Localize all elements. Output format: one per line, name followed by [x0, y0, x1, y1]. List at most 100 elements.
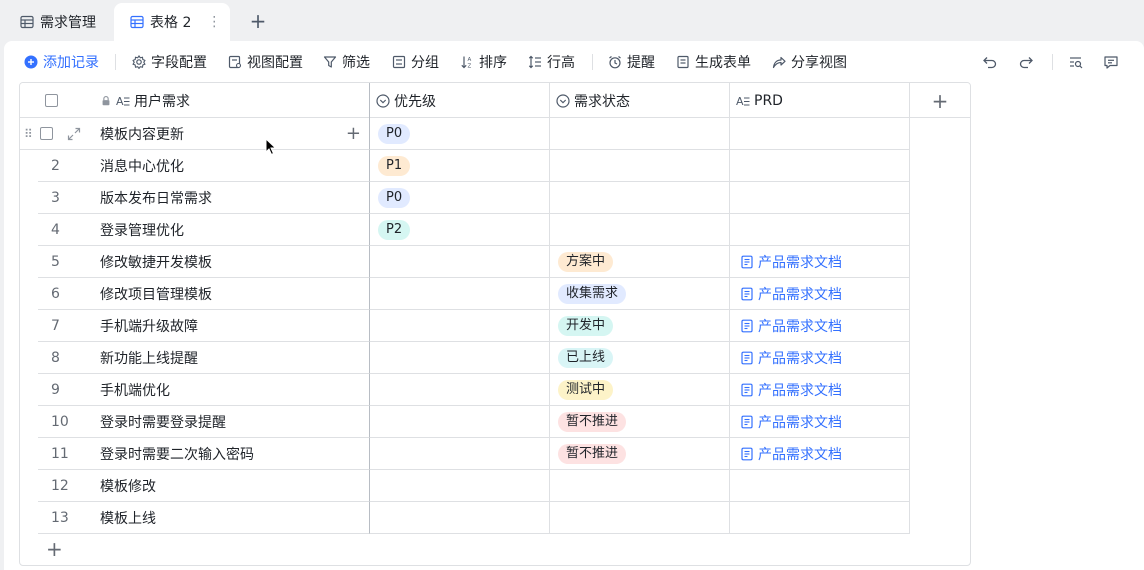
view-config-button[interactable]: 视图配置 [228, 49, 303, 75]
cell-status[interactable]: 已上线 [550, 342, 730, 374]
cell-priority[interactable] [370, 406, 550, 438]
cell-prd[interactable] [730, 214, 910, 246]
cell-prd[interactable]: 产品需求文档 [730, 438, 910, 470]
comment-button[interactable] [1103, 41, 1119, 83]
cell-status[interactable] [550, 150, 730, 182]
cell-prd[interactable] [730, 182, 910, 214]
cell-prd[interactable]: 产品需求文档 [730, 342, 910, 374]
cell-priority[interactable] [370, 438, 550, 470]
cell-priority[interactable] [370, 310, 550, 342]
add-tab-icon[interactable]: + [248, 10, 268, 32]
add-record-button[interactable]: 添加记录 [24, 49, 99, 75]
row-height-button[interactable]: 行高 [528, 49, 575, 75]
table-row[interactable]: ⠿ 模板内容更新 + P0 [20, 118, 970, 150]
cell-priority[interactable] [370, 246, 550, 278]
field-config-button[interactable]: 字段配置 [132, 49, 207, 75]
cell-name[interactable]: 修改敏捷开发模板 [98, 246, 370, 278]
tab-table-2[interactable]: 表格 2 ⋮ [114, 3, 230, 41]
cell-priority[interactable] [370, 470, 550, 502]
cell-priority[interactable]: P0 [370, 182, 550, 214]
cell-priority[interactable] [370, 342, 550, 374]
drag-handle-icon[interactable]: ⠿ [24, 127, 33, 141]
cell-priority[interactable] [370, 502, 550, 534]
table-row[interactable]: 8 新功能上线提醒 已上线 产品需求文档 [20, 342, 970, 374]
cell-status[interactable] [550, 214, 730, 246]
group-button[interactable]: 分组 [392, 49, 439, 75]
undo-button[interactable] [982, 41, 998, 83]
cell-priority[interactable] [370, 278, 550, 310]
cell-prd[interactable]: 产品需求文档 [730, 374, 910, 406]
cell-name[interactable]: 手机端升级故障 [98, 310, 370, 342]
table-row[interactable]: 4 登录管理优化 P2 [20, 214, 970, 246]
expand-icon[interactable] [67, 127, 81, 141]
table-row[interactable]: 5 修改敏捷开发模板 方案中 产品需求文档 [20, 246, 970, 278]
prd-link[interactable]: 产品需求文档 [740, 380, 842, 400]
cell-name[interactable]: 新功能上线提醒 [98, 342, 370, 374]
add-row-icon[interactable]: + [46, 539, 63, 559]
cell-status[interactable]: 开发中 [550, 310, 730, 342]
cell-prd[interactable]: 产品需求文档 [730, 406, 910, 438]
tab-requirements[interactable]: 需求管理 [0, 3, 116, 41]
cell-status[interactable]: 方案中 [550, 246, 730, 278]
prd-link[interactable]: 产品需求文档 [740, 252, 842, 272]
cell-status[interactable]: 收集需求 [550, 278, 730, 310]
cell-status[interactable]: 暂不推进 [550, 438, 730, 470]
cell-status[interactable] [550, 470, 730, 502]
search-records-button[interactable] [1068, 41, 1084, 83]
cell-prd[interactable]: 产品需求文档 [730, 310, 910, 342]
cell-name[interactable]: 手机端优化 [98, 374, 370, 406]
table-row[interactable]: 12 模板修改 [20, 470, 970, 502]
cell-name[interactable]: 登录时需要二次输入密码 [98, 438, 370, 470]
cell-priority[interactable]: P1 [370, 150, 550, 182]
cell-priority[interactable]: P2 [370, 214, 550, 246]
table-row[interactable]: 13 模板上线 [20, 502, 970, 534]
cell-prd[interactable] [730, 150, 910, 182]
cell-prd[interactable] [730, 118, 910, 150]
cell-priority[interactable]: P0 [370, 118, 550, 150]
table-row[interactable]: 10 登录时需要登录提醒 暂不推进 产品需求文档 [20, 406, 970, 438]
prd-link[interactable]: 产品需求文档 [740, 444, 842, 464]
add-column-icon[interactable]: + [910, 83, 970, 118]
cell-priority[interactable] [370, 374, 550, 406]
filter-button[interactable]: 筛选 [323, 49, 370, 75]
share-view-button[interactable]: 分享视图 [772, 49, 847, 75]
generate-form-button[interactable]: 生成表单 [676, 49, 751, 75]
cell-prd[interactable]: 产品需求文档 [730, 278, 910, 310]
column-header-status[interactable]: 需求状态 [550, 83, 730, 118]
prd-link[interactable]: 产品需求文档 [740, 412, 842, 432]
table-row[interactable]: 9 手机端优化 测试中 产品需求文档 [20, 374, 970, 406]
row-checkbox[interactable] [39, 127, 53, 140]
cell-name[interactable]: 修改项目管理模板 [98, 278, 370, 310]
cell-name[interactable]: 模板内容更新 + [98, 118, 370, 150]
cell-prd[interactable] [730, 470, 910, 502]
cell-name[interactable]: 登录时需要登录提醒 [98, 406, 370, 438]
cell-status[interactable] [550, 502, 730, 534]
cell-name[interactable]: 模板修改 [98, 470, 370, 502]
table-row[interactable]: 11 登录时需要二次输入密码 暂不推进 产品需求文档 [20, 438, 970, 470]
cell-prd[interactable] [730, 502, 910, 534]
redo-button[interactable] [1018, 41, 1034, 83]
cell-status[interactable]: 暂不推进 [550, 406, 730, 438]
sort-button[interactable]: AZ 排序 [460, 49, 507, 75]
cell-status[interactable]: 测试中 [550, 374, 730, 406]
column-header-prd[interactable]: A PRD [730, 83, 910, 118]
table-row[interactable]: 2 消息中心优化 P1 [20, 150, 970, 182]
table-row[interactable]: 6 修改项目管理模板 收集需求 产品需求文档 [20, 278, 970, 310]
select-all-checkbox[interactable] [45, 94, 58, 107]
add-icon[interactable]: + [346, 123, 361, 144]
table-row[interactable]: 3 版本发布日常需求 P0 [20, 182, 970, 214]
more-icon[interactable]: ⋮ [207, 14, 221, 30]
prd-link[interactable]: 产品需求文档 [740, 348, 842, 368]
prd-link[interactable]: 产品需求文档 [740, 316, 842, 336]
cell-name[interactable]: 模板上线 [98, 502, 370, 534]
cell-status[interactable] [550, 182, 730, 214]
cell-prd[interactable]: 产品需求文档 [730, 246, 910, 278]
column-header-priority[interactable]: 优先级 [370, 83, 550, 118]
reminder-button[interactable]: 提醒 [608, 49, 655, 75]
cell-name[interactable]: 消息中心优化 [98, 150, 370, 182]
table-row[interactable]: 7 手机端升级故障 开发中 产品需求文档 [20, 310, 970, 342]
column-header-name[interactable]: A 用户需求 [98, 83, 370, 118]
cell-name[interactable]: 版本发布日常需求 [98, 182, 370, 214]
cell-status[interactable] [550, 118, 730, 150]
cell-name[interactable]: 登录管理优化 [98, 214, 370, 246]
